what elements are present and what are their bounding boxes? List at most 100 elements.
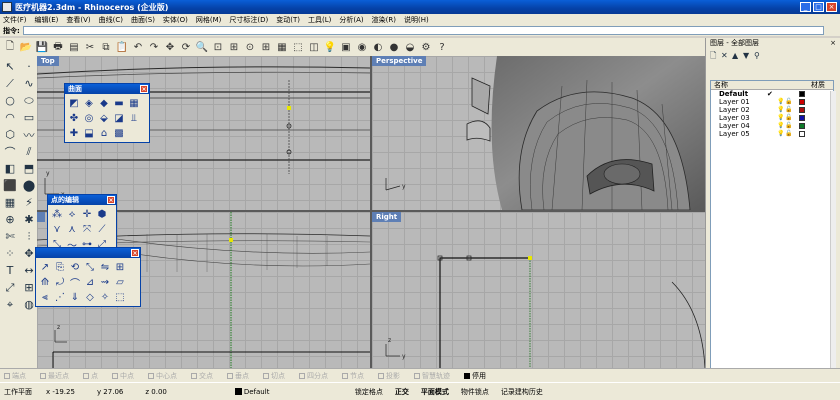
light-bulb-icon[interactable]: 💡 (777, 130, 785, 138)
settings-gear-icon[interactable]: ⚙ (419, 40, 433, 54)
osnap-perpendicular[interactable]: 垂点 (227, 371, 249, 381)
viewport-perspective[interactable]: Perspective y (372, 56, 705, 210)
viewport-layout-icon[interactable]: ⊞ (259, 40, 273, 54)
freeform-icon[interactable]: 〰 (20, 126, 38, 143)
join-icon[interactable]: ⊕ (1, 211, 19, 228)
delete-layer-icon[interactable]: ✕ (721, 51, 730, 60)
layer-color-swatch[interactable] (799, 107, 805, 113)
arc-icon[interactable]: ◠ (1, 109, 19, 126)
layer-color-swatch[interactable] (799, 91, 805, 97)
split-icon[interactable]: ⫶ (20, 228, 38, 245)
osnap-checkbox[interactable] (4, 372, 10, 379)
align-tool-icon[interactable]: ⫷ (38, 290, 52, 304)
light-icon[interactable]: 💡 (323, 40, 337, 54)
print-icon[interactable]: 🖶 (51, 40, 65, 54)
set-points-icon[interactable]: ⋰ (53, 290, 67, 304)
lock-icon[interactable]: 🔓 (785, 114, 793, 122)
rail-sweep-icon[interactable]: ⫫ (127, 111, 141, 125)
project-tool-icon[interactable]: ⇓ (68, 290, 82, 304)
scale-tool-icon[interactable]: ⤡ (83, 260, 97, 274)
copy-tool-icon[interactable]: ⎘ (53, 260, 67, 274)
paste-icon[interactable]: 📋 (115, 40, 129, 54)
osnap-checkbox[interactable] (464, 372, 470, 379)
point-edit-panel-close-button[interactable]: × (107, 196, 115, 204)
surface-from-points-icon[interactable]: ◩ (67, 96, 81, 110)
move-layer-down-icon[interactable]: ▼ (743, 51, 752, 60)
maximize-button[interactable]: □ (813, 2, 824, 12)
extrude-icon[interactable]: ⬒ (20, 160, 38, 177)
menu-file[interactable]: 文件(F) (3, 15, 27, 25)
grid-icon[interactable]: ▦ (275, 40, 289, 54)
save-icon[interactable]: 💾 (35, 40, 49, 54)
layer-row[interactable]: Layer 05 💡 🔓 (711, 130, 833, 138)
box-solid-icon[interactable]: ⬛ (1, 177, 19, 194)
osnap-disable[interactable]: 停用 (464, 371, 486, 381)
osnap-checkbox[interactable] (191, 372, 197, 379)
menu-surface[interactable]: 曲面(S) (131, 15, 155, 25)
pan-icon[interactable]: ✥ (163, 40, 177, 54)
mirror-tool-icon[interactable]: ⇋ (98, 260, 112, 274)
layer-color-swatch[interactable] (799, 131, 805, 137)
layer-row[interactable]: Layer 04 💡 🔓 (711, 122, 833, 130)
polyline-icon[interactable]: ⟋ (1, 75, 19, 92)
transform-panel-title[interactable]: × (36, 248, 140, 258)
loft-icon[interactable]: ▦ (127, 96, 141, 110)
osnap-quadrant[interactable]: 四分点 (299, 371, 328, 381)
material-sphere-icon[interactable]: ◒ (403, 40, 417, 54)
lock-icon[interactable]: 🔓 (785, 106, 793, 114)
move-layer-up-icon[interactable]: ▲ (732, 51, 741, 60)
osnap-near[interactable]: 最近点 (40, 371, 69, 381)
copy-icon[interactable]: ⧉ (99, 40, 113, 54)
menu-tools[interactable]: 工具(L) (308, 15, 331, 25)
layer-row[interactable]: Layer 01 💡 🔓 (711, 98, 833, 106)
osnap-toggle[interactable]: 物件锁点 (455, 387, 495, 397)
point-edit-icon[interactable]: ⁘ (1, 245, 19, 262)
offset-icon[interactable]: ⫽ (20, 143, 38, 160)
shear-tool-icon[interactable]: ▱ (113, 275, 127, 289)
layer-color-swatch[interactable] (799, 99, 805, 105)
zoom-window-icon[interactable]: ⊡ (211, 40, 225, 54)
osnap-midpoint[interactable]: 中点 (112, 371, 134, 381)
redo-icon[interactable]: ↷ (147, 40, 161, 54)
add-point-icon[interactable]: ✛ (80, 207, 94, 221)
menu-dimension[interactable]: 尺寸标注(D) (229, 15, 268, 25)
osnap-checkbox[interactable] (83, 372, 89, 379)
help-icon[interactable]: ? (435, 40, 449, 54)
twist-tool-icon[interactable]: ⤾ (53, 275, 67, 289)
layer-row[interactable]: Default ✔ (711, 90, 833, 98)
color-wheel-icon[interactable]: ◐ (371, 40, 385, 54)
viewport-right[interactable]: Right z y (372, 212, 705, 368)
new-file-icon[interactable]: 🗋 (3, 40, 17, 54)
point-icon[interactable]: · (20, 58, 38, 75)
surface-icon[interactable]: ◧ (1, 160, 19, 177)
menu-mesh[interactable]: 网格(M) (196, 15, 222, 25)
layer-row[interactable]: Layer 03 💡 🔓 (711, 114, 833, 122)
current-layer-box[interactable]: Default (231, 388, 331, 396)
minimize-button[interactable]: _ (800, 2, 811, 12)
transform-icon[interactable]: ⤢ (1, 279, 19, 296)
render-sphere-icon[interactable]: ● (387, 40, 401, 54)
osnap-checkbox[interactable] (227, 372, 233, 379)
analyze-icon[interactable]: ⌖ (1, 296, 19, 313)
layer-col-material[interactable]: 材质 (811, 81, 825, 89)
extrude-surface-icon[interactable]: ⬓ (82, 126, 96, 140)
history-toggle[interactable]: 记录建构历史 (495, 387, 549, 397)
open-folder-icon[interactable]: 📂 (19, 40, 33, 54)
cage-edit-icon[interactable]: ⬚ (113, 290, 127, 304)
point-edit-panel-title[interactable]: 点的编辑 × (48, 195, 116, 205)
osnap-checkbox[interactable] (263, 372, 269, 379)
undo-icon[interactable]: ↶ (131, 40, 145, 54)
osnap-center[interactable]: 中心点 (148, 371, 177, 381)
lightning-icon[interactable]: ⚡ (20, 194, 38, 211)
menu-transform[interactable]: 变动(T) (276, 15, 300, 25)
adjust-point-icon[interactable]: ⤧ (80, 222, 94, 236)
ortho-toggle[interactable]: 正交 (389, 387, 415, 397)
surface-panel-close-button[interactable]: × (140, 85, 148, 93)
cage-icon[interactable]: ⬢ (95, 207, 109, 221)
transform-panel-close-button[interactable]: × (131, 249, 139, 257)
orient-tool-icon[interactable]: ⟰ (38, 275, 52, 289)
planar-toggle[interactable]: 平面模式 (415, 387, 455, 397)
layer-panel-scrollbar[interactable] (830, 91, 836, 396)
zoom-extents-icon[interactable]: ⊞ (227, 40, 241, 54)
osnap-checkbox[interactable] (299, 372, 305, 379)
